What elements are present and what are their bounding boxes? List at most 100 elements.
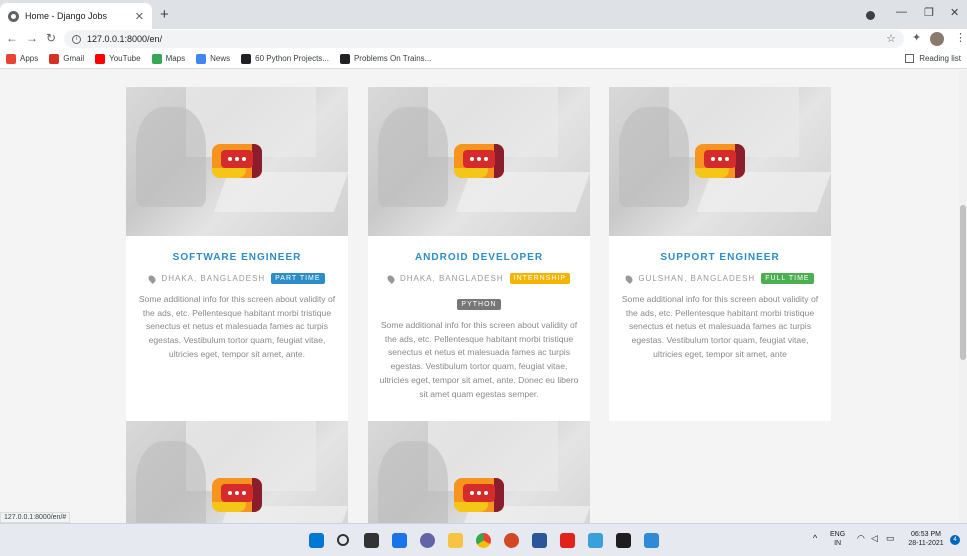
bookmarks-bar: Apps Gmail YouTube Maps News 60 Python Projec… xyxy=(0,49,967,69)
bookmark-favicon-icon xyxy=(196,53,207,64)
notification-badge[interactable]: 4 xyxy=(950,535,960,545)
job-type-badge: PYTHON xyxy=(457,299,501,310)
bookmark-label: Gmail xyxy=(63,54,85,63)
site-info-icon[interactable]: i xyxy=(72,34,81,44)
wifi-icon[interactable]: ◠ xyxy=(857,534,865,543)
job-card-body: ANDROID DEVELOPER DHAKA, BANGLADESH INTERN… xyxy=(368,236,590,421)
menu-icon[interactable]: ⋮ xyxy=(955,31,966,44)
job-meta: GULSHAN, BANGLADESH FULL TIME xyxy=(619,273,821,284)
job-meta: DHAKA, BANGLADESH INTERNSHIP PYTHON xyxy=(378,273,580,310)
bookmark-favicon-icon xyxy=(241,53,252,64)
start-icon[interactable] xyxy=(309,533,324,548)
job-title-link[interactable]: SOFTWARE ENGINEER xyxy=(136,252,338,263)
location-pin-icon xyxy=(147,273,158,284)
clock-date: 28-11-2021 xyxy=(908,540,944,547)
job-location: DHAKA, BANGLADESH xyxy=(161,274,266,283)
scrollbar-thumb[interactable] xyxy=(960,205,966,360)
input-language[interactable]: ENG IN xyxy=(830,530,845,548)
minimize-icon[interactable]: — xyxy=(896,6,907,18)
bookmark-item[interactable]: YouTube xyxy=(95,53,141,64)
word-icon[interactable] xyxy=(532,533,547,548)
browser-tab[interactable]: Home - Django Jobs ✕ xyxy=(0,3,152,29)
extensions-icon[interactable]: ✦ xyxy=(912,31,921,44)
job-card[interactable] xyxy=(126,421,348,523)
job-image xyxy=(126,421,348,523)
job-card[interactable] xyxy=(368,421,590,523)
bookmark-item[interactable]: Apps xyxy=(6,53,39,64)
bookmark-item[interactable]: News xyxy=(196,53,230,64)
file-explorer-icon[interactable] xyxy=(448,533,463,548)
job-card[interactable]: SUPPORT ENGINEER GULSHAN, BANGLADESH FULL … xyxy=(609,87,831,421)
page-scrollbar[interactable] xyxy=(959,70,967,523)
tab-title: Home - Django Jobs xyxy=(25,11,108,21)
search-icon[interactable] xyxy=(337,534,349,546)
chat-icon[interactable] xyxy=(420,533,435,548)
job-card[interactable]: SOFTWARE ENGINEER DHAKA, BANGLADESH PART T… xyxy=(126,87,348,421)
clock-time: 06:53 PM xyxy=(911,531,941,538)
terminal-icon[interactable] xyxy=(616,533,631,548)
tray-overflow-icon[interactable]: ^ xyxy=(813,534,817,543)
job-type-badge: PART TIME xyxy=(271,273,325,284)
bookmark-favicon-icon xyxy=(6,53,16,64)
close-tab-icon[interactable]: ✕ xyxy=(135,10,144,23)
chrome-icon[interactable] xyxy=(476,533,491,548)
media-indicator-icon[interactable] xyxy=(866,11,875,20)
chat-logo-icon xyxy=(212,478,262,512)
task-view-icon[interactable] xyxy=(364,533,379,548)
bookmark-favicon-icon xyxy=(49,53,60,64)
reading-list-icon xyxy=(905,54,915,63)
job-card-body: SUPPORT ENGINEER GULSHAN, BANGLADESH FULL … xyxy=(609,236,831,382)
reading-list-button[interactable]: Reading list xyxy=(905,54,961,63)
clock[interactable]: 06:53 PM 28-11-2021 xyxy=(904,530,948,548)
job-description: Some additional info for this screen abo… xyxy=(379,320,579,399)
reload-icon[interactable]: ↻ xyxy=(46,31,56,45)
bookmark-item[interactable]: 60 Python Projects... xyxy=(241,53,329,64)
bookmark-favicon-icon xyxy=(151,53,162,64)
restore-icon[interactable]: ❐ xyxy=(924,6,934,19)
browser-toolbar: ← → ↻ i 127.0.0.1:8000/en/ ☆ ✦ ⋮ xyxy=(0,29,967,49)
bookmark-label: Apps xyxy=(20,54,39,63)
tab-strip: Home - Django Jobs ✕ + — ❐ ✕ xyxy=(0,0,967,29)
job-card[interactable]: ANDROID DEVELOPER DHAKA, BANGLADESH INTERN… xyxy=(368,87,590,421)
close-window-icon[interactable]: ✕ xyxy=(950,6,959,19)
widgets-icon[interactable] xyxy=(392,533,407,548)
job-meta: DHAKA, BANGLADESH PART TIME xyxy=(136,273,338,284)
job-type-badge: FULL TIME xyxy=(761,273,814,284)
lang-code: ENG xyxy=(830,531,846,538)
job-location: GULSHAN, BANGLADESH xyxy=(638,274,756,283)
pdf-reader-icon[interactable] xyxy=(560,533,575,548)
bookmark-item[interactable]: Problems On Trains... xyxy=(339,53,432,64)
status-link-preview: 127.0.0.1:8000/en/# xyxy=(0,512,71,523)
job-title-link[interactable]: SUPPORT ENGINEER xyxy=(619,252,821,263)
bookmark-item[interactable]: Maps xyxy=(151,53,186,64)
back-icon[interactable]: ← xyxy=(6,31,18,45)
job-description: Some additional info for this screen abo… xyxy=(138,294,336,359)
new-tab-button[interactable]: + xyxy=(160,6,169,23)
chat-logo-icon xyxy=(454,144,504,178)
notepad-icon[interactable] xyxy=(588,533,603,548)
volume-icon[interactable]: ◁ xyxy=(871,534,878,543)
job-description: Some additional info for this screen abo… xyxy=(621,294,819,359)
profile-avatar[interactable] xyxy=(930,32,944,46)
bookmark-star-icon[interactable]: ☆ xyxy=(886,32,896,45)
battery-icon[interactable]: ▭ xyxy=(886,534,895,543)
chat-logo-icon xyxy=(212,144,262,178)
chat-logo-icon xyxy=(454,478,504,512)
powerpoint-icon[interactable] xyxy=(504,533,519,548)
bookmark-label: YouTube xyxy=(109,54,141,63)
page-content: SOFTWARE ENGINEER DHAKA, BANGLADESH PART T… xyxy=(0,70,967,523)
bookmark-label: Maps xyxy=(165,54,186,63)
forward-icon[interactable]: → xyxy=(26,31,38,45)
chat-logo-icon xyxy=(695,144,745,178)
photos-icon[interactable] xyxy=(644,533,659,548)
bookmark-favicon-icon xyxy=(95,53,106,64)
location-pin-icon xyxy=(385,273,396,284)
bookmark-label: Problems On Trains... xyxy=(353,54,432,63)
job-image xyxy=(126,87,348,236)
bookmark-favicon-icon xyxy=(339,53,350,64)
job-location: DHAKA, BANGLADESH xyxy=(399,274,504,283)
job-title-link[interactable]: ANDROID DEVELOPER xyxy=(378,252,580,263)
bookmark-item[interactable]: Gmail xyxy=(49,53,85,64)
address-bar[interactable]: i 127.0.0.1:8000/en/ ☆ xyxy=(64,30,904,48)
site-favicon-icon xyxy=(8,10,19,22)
